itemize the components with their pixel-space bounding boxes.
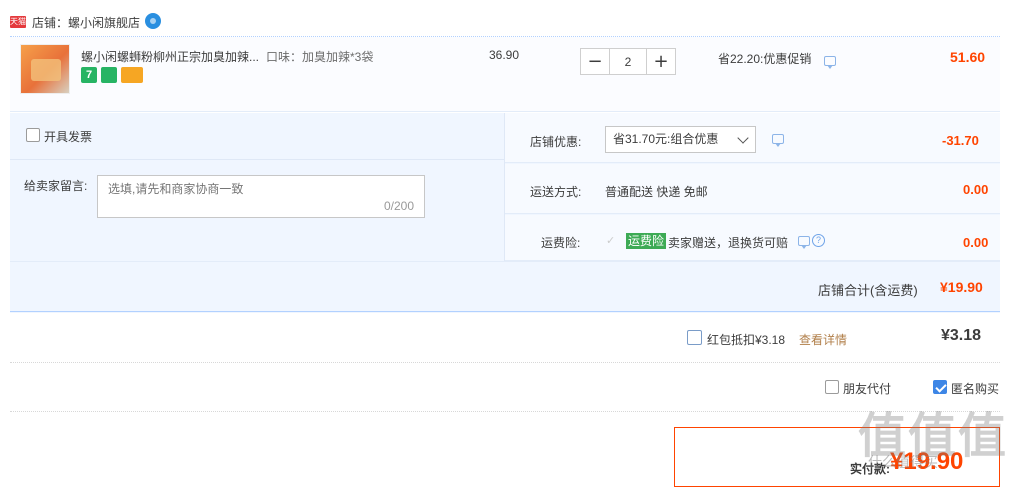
quantity-minus-button[interactable]: − — [581, 49, 609, 74]
item-promo: 省22.20:优惠促销 — [718, 52, 812, 66]
insurance-amount: 0.00 — [963, 235, 989, 250]
message-char-count: 0/200 — [383, 199, 414, 213]
chevron-down-icon — [737, 132, 749, 144]
shop-discount-amount: -31.70 — [942, 133, 979, 148]
insurance-check-icon: ✓ — [606, 235, 616, 247]
friend-pay-label[interactable]: 朋友代付 — [843, 380, 891, 397]
delivery-value: 普通配送 快递 免邮 — [605, 185, 708, 199]
quantity-stepper: − + — [580, 48, 676, 75]
product-thumbnail[interactable] — [20, 44, 70, 94]
red-packet-checkbox[interactable] — [687, 330, 702, 345]
invoice-checkbox[interactable] — [26, 128, 40, 142]
seven-day-return-icon: 7 — [81, 67, 97, 83]
discount-info-icon[interactable] — [772, 134, 784, 147]
shop-name[interactable]: 店铺：螺小闲旗舰店 — [32, 14, 140, 31]
anonymous-label[interactable]: 匿名购买 — [951, 380, 999, 397]
promo-info-icon[interactable] — [824, 56, 836, 69]
divider — [10, 159, 504, 160]
shop-discount-select[interactable]: 省31.70元:组合优惠 — [605, 126, 756, 153]
divider — [10, 411, 1000, 412]
red-packet-label[interactable]: 红包抵扣¥3.18 — [707, 331, 785, 348]
product-spec: 口味：加臭加辣*3袋 — [266, 50, 374, 64]
subtotal-amount: ¥19.90 — [940, 279, 983, 295]
insurance-label: 运费险: — [541, 236, 581, 250]
friend-pay-checkbox[interactable] — [825, 380, 839, 394]
tmall-badge: 天猫 — [10, 16, 26, 28]
subtotal-label: 店铺合计(含运费) — [818, 283, 918, 298]
seller-message-input[interactable] — [108, 182, 408, 196]
guarantee-icon — [101, 67, 117, 83]
watermark-text: 什么值得买 — [868, 455, 938, 471]
product-title[interactable]: 螺小闲螺蛳粉柳州正宗加臭加辣... — [81, 48, 259, 65]
anonymous-checkbox[interactable] — [933, 380, 947, 394]
message-label: 给卖家留言: — [24, 179, 88, 193]
divider — [10, 362, 1000, 363]
wangwang-chat-icon[interactable] — [145, 13, 161, 29]
shop-discount-selected: 省31.70元:组合优惠 — [613, 132, 719, 146]
quantity-input[interactable] — [609, 49, 647, 74]
delivery-label: 运送方式: — [530, 185, 582, 199]
seller-message-box[interactable]: 0/200 — [97, 175, 425, 218]
shop-discount-label: 店铺优惠: — [530, 135, 582, 149]
insurance-badge: 运费险 — [626, 233, 667, 249]
insurance-text: 卖家赠送，退换货可赔 — [668, 236, 789, 250]
red-packet-amount: ¥3.18 — [941, 327, 982, 344]
delivery-amount: 0.00 — [963, 182, 989, 197]
quantity-plus-button[interactable]: + — [647, 49, 675, 74]
item-total-price: 51.60 — [950, 49, 986, 65]
insurance-info-icon[interactable] — [798, 236, 810, 249]
unit-price: 36.90 — [489, 48, 520, 62]
help-icon[interactable]: ? — [812, 234, 825, 247]
credit-card-icon — [121, 67, 143, 83]
invoice-label[interactable]: 开具发票 — [44, 128, 92, 145]
red-packet-details-link[interactable]: 查看详情 — [799, 331, 847, 348]
